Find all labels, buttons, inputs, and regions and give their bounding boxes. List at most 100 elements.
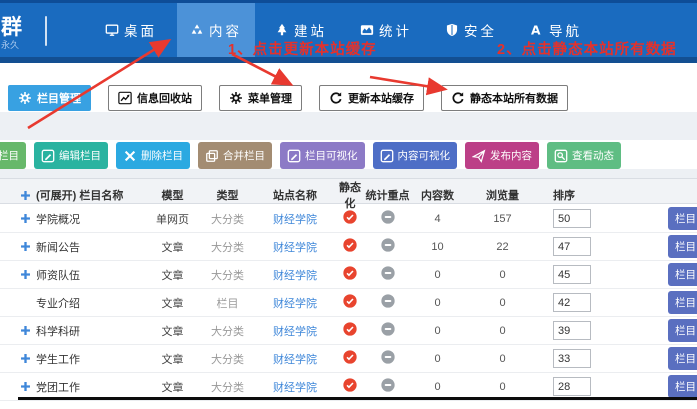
sort-input[interactable] bbox=[553, 321, 591, 340]
model-cell: 文章 bbox=[145, 323, 200, 339]
col-header-views: 浏览量 bbox=[465, 187, 540, 203]
column-name-cell: 新闻公告 bbox=[0, 239, 145, 255]
stat-focus-cell bbox=[365, 210, 410, 227]
row-column-button[interactable]: 栏目 bbox=[668, 319, 697, 342]
stat-focus-cell bbox=[365, 294, 410, 311]
static-cell bbox=[335, 322, 365, 339]
letter-a-icon: A bbox=[530, 23, 544, 37]
sort-cell bbox=[540, 321, 615, 340]
site-name-link[interactable]: 财经学院 bbox=[255, 239, 335, 255]
row-column-button[interactable]: 栏目 bbox=[668, 291, 697, 314]
nav-item-label: 桌面 bbox=[124, 20, 157, 40]
column-name-cell: 学院概况 bbox=[0, 211, 145, 227]
type-cell: 大分类 bbox=[200, 323, 255, 339]
button-label: 合并栏目 bbox=[223, 148, 265, 163]
expand-row-icon[interactable] bbox=[20, 241, 31, 252]
static-cell bbox=[335, 266, 365, 283]
row-column-button[interactable]: 栏目 bbox=[668, 375, 697, 398]
col-header-static: 静态化 bbox=[335, 179, 365, 211]
refresh-icon bbox=[329, 91, 343, 105]
views-cell: 0 bbox=[465, 297, 540, 309]
minus-circle-icon bbox=[381, 238, 395, 252]
stat-focus-cell bbox=[365, 238, 410, 255]
sort-cell bbox=[540, 377, 615, 396]
edit-column-button[interactable]: 编辑栏目 bbox=[34, 142, 108, 169]
expand-all-plus-icon[interactable] bbox=[20, 190, 31, 201]
nav-item-label: 统计 bbox=[379, 20, 412, 40]
column-name-cell: 科学科研 bbox=[0, 323, 145, 339]
expand-row-icon[interactable] bbox=[20, 269, 31, 280]
model-cell: 文章 bbox=[145, 351, 200, 367]
col-header-model: 模型 bbox=[145, 187, 200, 203]
button-label: 静态本站所有数据 bbox=[470, 90, 558, 106]
content-visualize-button[interactable]: 内容可视化 bbox=[373, 142, 458, 169]
desktop-icon bbox=[105, 23, 119, 37]
column-manage-button[interactable]: 栏目管理 bbox=[8, 85, 91, 111]
expand-row-icon[interactable] bbox=[20, 213, 31, 224]
nav-item-label: 安全 bbox=[464, 20, 497, 40]
column-name-cell: 党团工作 bbox=[0, 379, 145, 395]
model-cell: 文章 bbox=[145, 239, 200, 255]
row-column-button[interactable]: 栏目 bbox=[668, 347, 697, 370]
static-cell bbox=[335, 210, 365, 227]
view-activity-button[interactable]: 查看动态 bbox=[547, 142, 621, 169]
views-cell: 0 bbox=[465, 381, 540, 393]
sort-input[interactable] bbox=[553, 293, 591, 312]
static-all-data-button[interactable]: 静态本站所有数据 bbox=[441, 85, 568, 111]
button-label: 菜单管理 bbox=[248, 90, 292, 106]
row-action-cell: 栏目 bbox=[615, 375, 697, 398]
sort-input[interactable] bbox=[553, 265, 591, 284]
content-count-cell: 0 bbox=[410, 325, 465, 337]
column-visualize-button[interactable]: 栏目可视化 bbox=[280, 142, 365, 169]
button-label: 栏目管理 bbox=[37, 90, 81, 106]
site-name-link[interactable]: 财经学院 bbox=[255, 267, 335, 283]
site-name-link[interactable]: 财经学院 bbox=[255, 379, 335, 395]
site-name-link[interactable]: 财经学院 bbox=[255, 351, 335, 367]
chart-line-icon bbox=[118, 91, 132, 105]
search-icon bbox=[554, 149, 568, 163]
sort-input[interactable] bbox=[553, 209, 591, 228]
shield-icon bbox=[445, 23, 459, 37]
static-cell bbox=[335, 378, 365, 395]
action-bar: 复制栏目编辑栏目删除栏目 合并栏目栏目可视化内容可视化发布内容查看动态 bbox=[0, 142, 621, 169]
col-header-focus: 统计重点 bbox=[365, 187, 410, 203]
row-action-cell: 栏目 bbox=[615, 291, 697, 314]
update-site-cache-button[interactable]: 更新本站缓存 bbox=[319, 85, 424, 111]
sort-input[interactable] bbox=[553, 349, 591, 368]
stat-focus-cell bbox=[365, 350, 410, 367]
sort-cell bbox=[540, 209, 615, 228]
type-cell: 大分类 bbox=[200, 211, 255, 227]
sort-input[interactable] bbox=[553, 237, 591, 256]
site-name-link[interactable]: 财经学院 bbox=[255, 323, 335, 339]
expand-row-icon[interactable] bbox=[20, 353, 31, 364]
site-name-link[interactable]: 财经学院 bbox=[255, 211, 335, 227]
nav-item-label: 内容 bbox=[209, 20, 242, 40]
row-column-button[interactable]: 栏目 bbox=[668, 235, 697, 258]
recycle-icon bbox=[190, 23, 204, 37]
expand-row-icon[interactable] bbox=[20, 381, 31, 392]
row-column-button[interactable]: 栏目 bbox=[668, 207, 697, 230]
table-row: 科学科研文章大分类财经学院00栏目 bbox=[0, 317, 697, 345]
check-circle-icon bbox=[343, 350, 357, 364]
expand-row-icon[interactable] bbox=[20, 325, 31, 336]
sort-input[interactable] bbox=[553, 377, 591, 396]
delete-column-button[interactable]: 删除栏目 bbox=[116, 142, 190, 169]
model-cell: 单网页 bbox=[145, 211, 200, 227]
sort-cell bbox=[540, 237, 615, 256]
views-cell: 0 bbox=[465, 269, 540, 281]
edit-icon bbox=[287, 149, 301, 163]
column-name: 师资队伍 bbox=[36, 267, 80, 283]
stat-focus-cell bbox=[365, 378, 410, 395]
table-header: (可展开) 栏目名称 模型 类型 站点名称 静态化 统计重点 内容数 浏览量 排… bbox=[0, 178, 697, 204]
copy-column-button[interactable]: 复制栏目 bbox=[0, 142, 26, 169]
info-recycle-bin-button[interactable]: 信息回收站 bbox=[108, 85, 202, 111]
nav-item-label: 导航 bbox=[549, 20, 582, 40]
site-name-link[interactable]: 财经学院 bbox=[255, 295, 335, 311]
nav-item-desktop[interactable]: 桌面 bbox=[92, 3, 170, 57]
publish-content-button[interactable]: 发布内容 bbox=[465, 142, 539, 169]
row-column-button[interactable]: 栏目 bbox=[668, 263, 697, 286]
menu-manage-button[interactable]: 菜单管理 bbox=[219, 85, 302, 111]
col-header-name: (可展开) 栏目名称 bbox=[0, 187, 145, 203]
svg-text:A: A bbox=[531, 23, 543, 37]
merge-column-button[interactable]: 合并栏目 bbox=[198, 142, 272, 169]
